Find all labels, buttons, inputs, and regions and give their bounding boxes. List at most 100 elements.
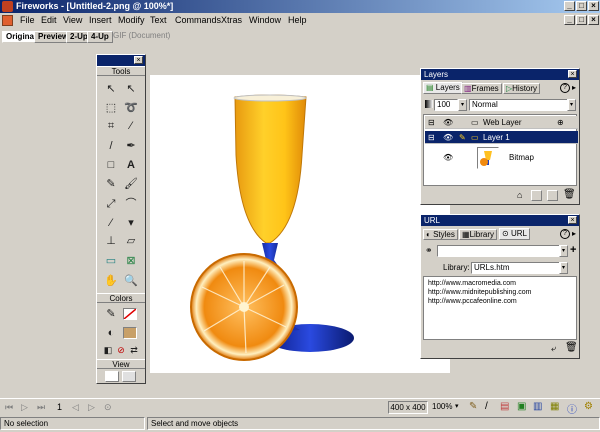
url-input[interactable] — [437, 245, 561, 257]
menu-view[interactable]: View — [63, 13, 82, 28]
info-icon[interactable]: ⓘ — [567, 401, 577, 416]
hotspot-icon[interactable]: ▭ — [103, 253, 119, 269]
menu-insert[interactable]: Insert — [89, 13, 112, 28]
object-icon[interactable]: ▣ — [517, 401, 526, 412]
url-panel-close-icon[interactable]: × — [568, 216, 577, 224]
library-icon[interactable]: ▦ — [550, 401, 559, 412]
layer-row-layer1[interactable]: ⊟ 👁 ✎ ▭ Layer 1 — [425, 131, 578, 144]
share-icon[interactable]: ⊕ — [557, 116, 564, 129]
pencil-tool-icon[interactable]: ✎ — [469, 401, 477, 412]
url-dropdown[interactable]: ▾ — [559, 245, 568, 257]
zoom-icon[interactable]: 🔍 — [123, 273, 139, 289]
pen-icon[interactable]: ✒ — [123, 138, 139, 154]
library-dropdown[interactable]: ▾ — [559, 262, 568, 274]
expand-icon[interactable]: ⊟ — [428, 131, 435, 144]
magic-wand-icon[interactable]: ⁄ — [123, 118, 139, 134]
standard-view-button[interactable] — [105, 371, 119, 382]
tab-layers[interactable]: ▤ Layers — [423, 82, 463, 94]
visibility-eye-icon[interactable]: 👁 — [443, 145, 453, 171]
tab-4up[interactable]: 4-Up — [87, 31, 113, 43]
menu-xtras[interactable]: Xtras — [221, 13, 242, 28]
maximize-button[interactable]: □ — [576, 1, 587, 11]
stroke-color-swatch[interactable] — [123, 308, 137, 320]
panel-options-icon[interactable]: ▸ — [572, 229, 576, 238]
text-icon[interactable]: A — [123, 157, 139, 173]
doc-restore-button[interactable]: □ — [576, 15, 587, 25]
swatch-icon[interactable]: ▤ — [500, 401, 509, 412]
panel-options-icon[interactable]: ▸ — [572, 83, 576, 92]
layers-panel-title[interactable]: Layers — [421, 69, 579, 80]
play-icon[interactable]: ▷ — [21, 402, 28, 413]
layer-row-web[interactable]: ⊟ 👁 ▭ Web Layer ⊕ — [425, 116, 578, 129]
crop-icon[interactable]: ⌗ — [103, 118, 119, 134]
library-select[interactable]: URLs.htm — [471, 262, 561, 274]
rectangle-icon[interactable]: □ — [103, 157, 119, 173]
canvas[interactable] — [150, 75, 450, 373]
layers-panel-close-icon[interactable]: × — [568, 70, 577, 78]
stroke-color-icon[interactable]: ✎ — [103, 306, 119, 322]
next-frame-icon[interactable]: ▷ — [88, 402, 95, 413]
tools-panel-close-icon[interactable]: × — [134, 56, 143, 64]
tab-frames[interactable]: ▥Frames — [461, 83, 502, 94]
close-button[interactable]: × — [588, 1, 599, 11]
last-frame-icon[interactable]: ⏭ — [37, 402, 45, 413]
url-item[interactable]: http://www.pccafeonline.com — [428, 297, 572, 306]
pointer-icon[interactable]: ↖ — [103, 81, 119, 97]
zoom-level[interactable]: 100% — [432, 402, 452, 411]
paint-bucket-icon[interactable]: ▾ — [123, 215, 139, 231]
app-icon[interactable] — [2, 1, 13, 12]
eyedropper-icon[interactable]: ⁄ — [103, 215, 119, 231]
marquee-icon[interactable]: ⬚ — [103, 100, 119, 116]
menu-file[interactable]: File — [20, 13, 35, 28]
help-icon[interactable]: ? — [560, 83, 570, 93]
menu-modify[interactable]: Modify — [118, 13, 145, 28]
doc-close-button[interactable]: × — [588, 15, 599, 25]
new-sub-layer-icon[interactable] — [531, 190, 542, 201]
settings-icon[interactable]: ⚙ — [584, 401, 593, 412]
prev-frame-icon[interactable]: ◁ — [72, 402, 79, 413]
line-tool-icon[interactable]: / — [485, 401, 488, 412]
slice-icon[interactable]: ⊠ — [123, 253, 139, 269]
line-icon[interactable]: / — [103, 138, 119, 154]
add-current-url-icon[interactable]: ⤶ — [551, 343, 556, 354]
freeform-icon[interactable]: ⌒ — [123, 196, 139, 212]
first-frame-icon[interactable]: ⏮ — [5, 402, 13, 413]
tab-styles[interactable]: ◐ Styles — [423, 229, 458, 240]
menu-edit[interactable]: Edit — [41, 13, 57, 28]
swap-colors-icon[interactable]: ⇄ — [126, 342, 142, 358]
edit-pencil-icon[interactable]: ✎ — [459, 131, 466, 144]
full-screen-view-button[interactable] — [122, 371, 136, 382]
scale-icon[interactable]: ⤢ — [103, 196, 119, 212]
fill-color-icon[interactable]: ◐ — [103, 325, 119, 341]
add-url-icon[interactable]: + — [570, 244, 576, 256]
url-item[interactable]: http://www.macromedia.com — [428, 279, 572, 288]
delete-url-icon[interactable]: 🗑 — [565, 342, 578, 353]
zoom-dropdown-icon[interactable]: ▾ — [455, 402, 459, 410]
rubber-stamp-icon[interactable]: ⊥ — [103, 233, 119, 249]
expand-icon[interactable]: ⊟ — [428, 116, 435, 129]
url-item[interactable]: http://www.midnitepublishing.com — [428, 288, 572, 297]
opacity-dropdown[interactable]: ▾ — [458, 99, 467, 111]
layers-icon[interactable]: ▥ — [533, 401, 542, 412]
menu-text[interactable]: Text — [150, 13, 167, 28]
help-icon[interactable]: ? — [560, 229, 570, 239]
add-mask-icon[interactable]: ⌂ — [517, 190, 522, 200]
blend-mode-select[interactable]: Normal — [469, 99, 569, 111]
tab-history[interactable]: ▷History — [503, 83, 541, 94]
eraser-icon[interactable]: ▱ — [123, 233, 139, 249]
tab-url[interactable]: ⊙ URL — [499, 228, 530, 240]
new-layer-icon[interactable] — [547, 190, 558, 201]
object-row-bitmap[interactable]: 👁 Bitmap — [425, 145, 578, 171]
minimize-button[interactable]: _ — [564, 1, 575, 11]
hand-icon[interactable]: ✋ — [103, 273, 119, 289]
visibility-eye-icon[interactable]: 👁 — [443, 131, 453, 144]
menu-window[interactable]: Window — [249, 13, 281, 28]
delete-layer-icon[interactable]: 🗑 — [563, 189, 576, 200]
fill-color-swatch[interactable] — [123, 327, 137, 339]
visibility-eye-icon[interactable]: 👁 — [443, 116, 453, 129]
opacity-field[interactable]: 100 — [434, 99, 458, 111]
menu-help[interactable]: Help — [288, 13, 307, 28]
tab-library[interactable]: ▦Library — [459, 229, 498, 240]
doc-minimize-button[interactable]: _ — [564, 15, 575, 25]
brush-icon[interactable]: 🖌 — [123, 176, 139, 192]
